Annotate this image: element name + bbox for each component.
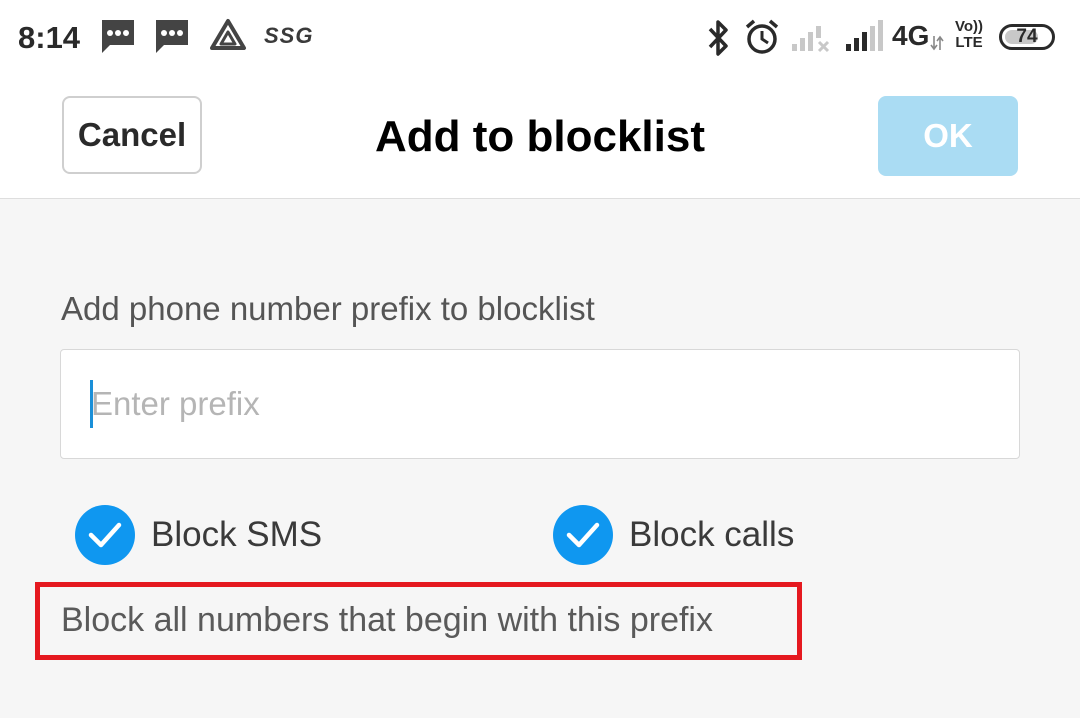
data-arrows-icon xyxy=(930,35,944,51)
prefix-prompt-label: Add phone number prefix to blocklist xyxy=(61,290,595,327)
prefix-input-container[interactable] xyxy=(60,349,1020,459)
block-sms-option[interactable]: Block SMS xyxy=(75,505,322,565)
prefix-input[interactable] xyxy=(89,350,993,458)
carrier-tag: SSG xyxy=(264,23,314,48)
signal-icon xyxy=(792,26,830,53)
signal-icon xyxy=(846,20,883,51)
network-type: 4G xyxy=(892,20,930,51)
status-time: 8:14 xyxy=(18,20,81,55)
status-bar: 8:14 SSG 4G Vo)) LTE 74 xyxy=(0,0,1080,78)
battery-level: 74 xyxy=(1016,26,1038,47)
block-sms-checkbox[interactable] xyxy=(75,505,135,565)
block-calls-label: Block calls xyxy=(629,515,795,554)
volte-bottom: LTE xyxy=(955,34,983,51)
block-sms-label: Block SMS xyxy=(151,515,323,554)
battery-icon: 74 xyxy=(999,24,1055,50)
checkmark-icon xyxy=(566,522,600,548)
message-icon xyxy=(102,20,134,53)
volte-top: Vo)) xyxy=(954,18,984,35)
ok-button[interactable]: OK xyxy=(878,96,1018,176)
message-icon xyxy=(156,20,188,53)
prefix-hint-text: Block all numbers that begin with this p… xyxy=(61,601,713,639)
bluetooth-icon xyxy=(708,20,728,56)
dialog-header: Cancel Add to blocklist OK xyxy=(0,78,1080,199)
drive-icon xyxy=(210,19,246,50)
checkmark-icon xyxy=(88,522,122,548)
block-calls-checkbox[interactable] xyxy=(553,505,613,565)
block-calls-option[interactable]: Block calls xyxy=(553,505,794,565)
volte-badge: Vo)) LTE xyxy=(951,19,987,51)
alarm-icon xyxy=(745,19,779,54)
